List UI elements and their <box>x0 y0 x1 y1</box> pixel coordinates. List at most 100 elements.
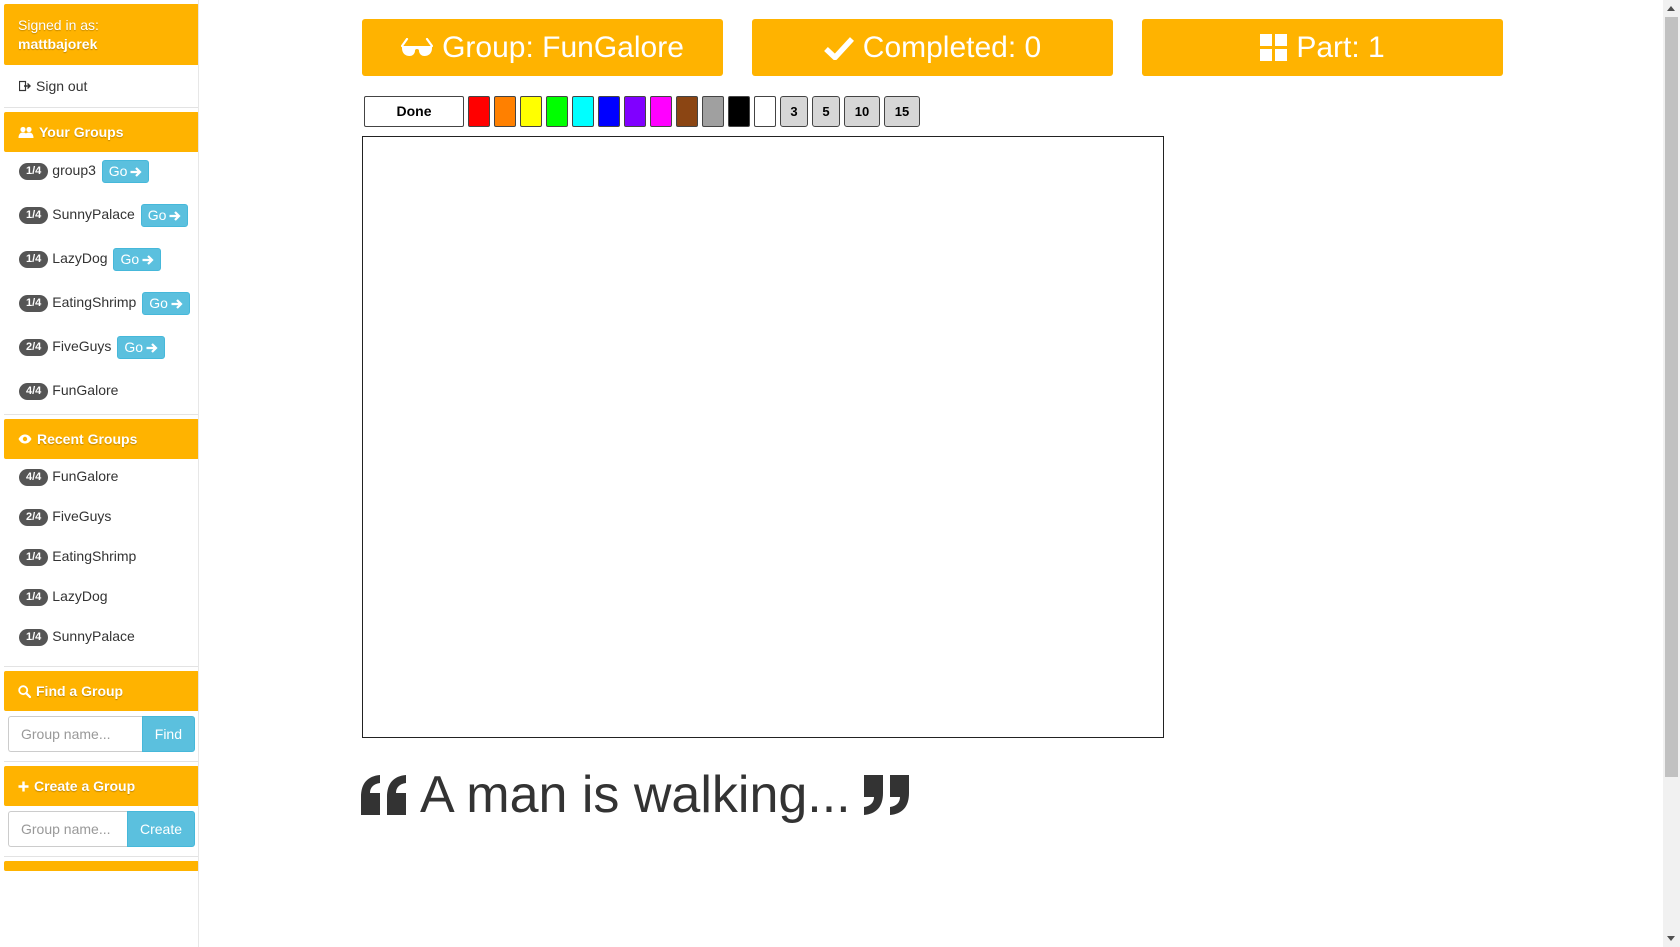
group-name: FunGalore <box>52 468 119 484</box>
recent-groups-title: Recent Groups <box>37 431 138 447</box>
completed-label: Completed: 0 <box>862 30 1042 64</box>
drawing-canvas[interactable] <box>362 136 1164 738</box>
member-count-badge: 1/4 <box>19 163 49 181</box>
arrow-right-icon <box>171 298 183 309</box>
eye-icon <box>18 434 32 444</box>
group-name: EatingShrimp <box>52 294 137 311</box>
go-label: Go <box>149 295 168 311</box>
find-button[interactable]: Find <box>141 716 195 752</box>
search-icon <box>18 684 31 698</box>
part-label: Part: 1 <box>1296 30 1385 64</box>
username: mattbajorek <box>18 35 98 52</box>
recent-group-item[interactable]: 1/4 EatingShrimp <box>19 546 198 566</box>
member-count-badge: 2/4 <box>19 509 49 526</box>
completed-button[interactable]: Completed: 0 <box>752 19 1113 76</box>
group-item: 1/4 LazyDog Go <box>19 248 198 271</box>
part-button[interactable]: Part: 1 <box>1142 19 1503 76</box>
scroll-down-arrow[interactable] <box>1667 936 1675 941</box>
your-groups-header: Your Groups <box>4 112 198 152</box>
member-count-badge: 1/4 <box>19 251 49 269</box>
member-count-badge: 4/4 <box>19 469 49 486</box>
group-name: FiveGuys <box>52 338 112 355</box>
arrow-right-icon <box>142 254 154 265</box>
color-swatch[interactable] <box>754 95 776 127</box>
go-label: Go <box>147 207 167 223</box>
scroll-up-arrow[interactable] <box>1667 6 1675 11</box>
go-label: Go <box>124 339 143 355</box>
color-swatch[interactable] <box>728 95 750 127</box>
sign-out-link[interactable]: Sign out <box>0 65 198 107</box>
go-button[interactable]: Go <box>113 248 162 271</box>
recent-group-item[interactable]: 4/4 FunGalore <box>19 466 198 486</box>
group-name: group3 <box>52 162 96 179</box>
quote-left-icon <box>361 775 406 815</box>
color-swatch[interactable] <box>546 95 568 127</box>
drawing-toolbar: Done 3 5 10 15 <box>364 95 924 127</box>
group-name: SunnyPalace <box>52 628 135 644</box>
recent-groups-list: 4/4 FunGalore 2/4 FiveGuys 1/4 EatingShrimp 1/… <box>0 459 198 646</box>
brush-size-button[interactable]: 15 <box>884 95 920 127</box>
sign-out-icon <box>19 80 31 92</box>
go-button[interactable]: Go <box>140 204 189 227</box>
plus-icon <box>18 781 29 791</box>
users-icon <box>18 126 34 138</box>
group-item: 4/4 FunGalore <box>19 380 198 400</box>
grid-icon <box>1260 34 1288 61</box>
go-button[interactable]: Go <box>142 292 190 315</box>
your-groups-title: Your Groups <box>39 124 124 140</box>
recent-group-item[interactable]: 1/4 LazyDog <box>19 586 198 606</box>
arrow-right-icon <box>146 342 158 353</box>
go-button[interactable]: Go <box>117 336 165 359</box>
prompt-quote: A man is walking... <box>361 765 910 825</box>
glasses-icon <box>401 38 434 56</box>
find-group-form: Find <box>8 716 195 752</box>
color-swatch[interactable] <box>520 95 542 127</box>
your-groups-list: 1/4 group3 Go 1/4 SunnyPalace Go 1/4 LazyDog … <box>0 152 198 414</box>
group-name: LazyDog <box>52 588 108 604</box>
sidebar: Signed in as: mattbajorek Sign out Your … <box>0 0 199 947</box>
member-count-badge: 4/4 <box>19 383 49 400</box>
group-item: 1/4 group3 Go <box>19 160 198 183</box>
recent-group-item[interactable]: 2/4 FiveGuys <box>19 506 198 526</box>
create-button[interactable]: Create <box>126 811 195 847</box>
color-swatch[interactable] <box>572 95 594 127</box>
check-icon <box>823 36 854 60</box>
recent-groups-header: Recent Groups <box>4 419 198 459</box>
scroll-thumb[interactable] <box>1665 17 1678 777</box>
vertical-scrollbar[interactable] <box>1663 0 1680 947</box>
color-swatch[interactable] <box>598 95 620 127</box>
next-section-header <box>4 861 198 871</box>
divider <box>4 107 198 108</box>
recent-group-item[interactable]: 1/4 SunnyPalace <box>19 626 198 646</box>
color-swatch[interactable] <box>468 95 490 127</box>
quote-right-icon <box>863 775 909 815</box>
arrow-right-icon <box>130 166 143 177</box>
color-swatch[interactable] <box>702 95 724 127</box>
brush-size-button[interactable]: 3 <box>780 95 808 127</box>
create-group-input[interactable] <box>8 811 127 847</box>
group-item: 2/4 FiveGuys Go <box>19 336 198 359</box>
group-button[interactable]: Group: FunGalore <box>362 19 723 76</box>
group-label: Group: FunGalore <box>442 30 684 64</box>
find-group-input[interactable] <box>8 716 142 752</box>
color-swatch[interactable] <box>650 95 672 127</box>
divider <box>4 856 198 857</box>
signed-in-box: Signed in as: mattbajorek <box>4 4 198 65</box>
create-group-title: Create a Group <box>34 778 136 794</box>
color-swatch[interactable] <box>676 95 698 127</box>
group-name: FunGalore <box>52 382 119 398</box>
go-button[interactable]: Go <box>101 160 150 183</box>
group-item: 1/4 EatingShrimp Go <box>19 292 198 315</box>
create-group-form: Create <box>8 811 195 847</box>
group-item: 1/4 SunnyPalace Go <box>19 204 198 227</box>
done-button[interactable]: Done <box>364 95 464 127</box>
color-swatch[interactable] <box>494 95 516 127</box>
group-name: LazyDog <box>52 250 108 267</box>
group-name: SunnyPalace <box>52 206 135 223</box>
arrow-right-icon <box>169 210 181 221</box>
prompt-text: A man is walking... <box>420 766 851 824</box>
color-swatch[interactable] <box>624 95 646 127</box>
brush-size-button[interactable]: 5 <box>812 95 840 127</box>
brush-size-button[interactable]: 10 <box>844 95 880 127</box>
member-count-badge: 1/4 <box>19 629 49 646</box>
